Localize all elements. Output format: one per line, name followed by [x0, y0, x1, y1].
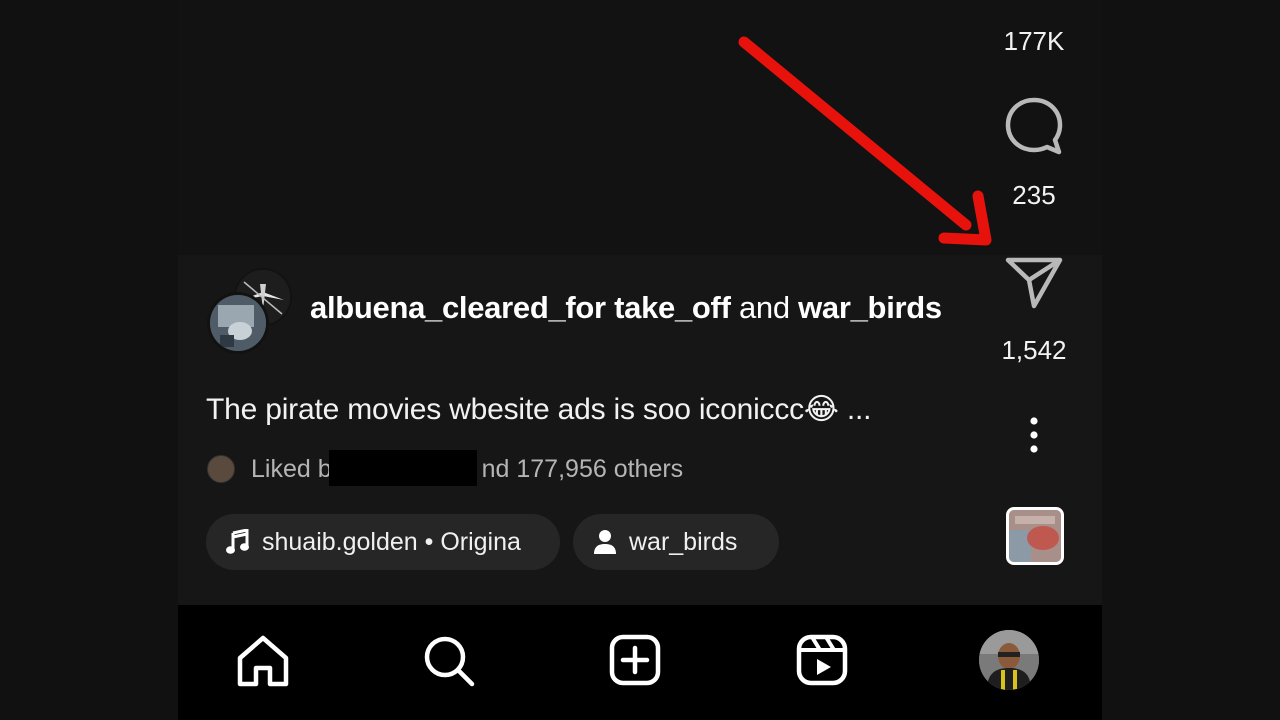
post-authors[interactable]: albuena_cleared_for take_off and war_bir…	[310, 290, 942, 326]
post-caption[interactable]: The pirate movies wbesite ads is soo ico…	[206, 392, 872, 427]
comment-icon[interactable]	[1003, 95, 1065, 162]
comments-count[interactable]: 235	[979, 180, 1089, 211]
liker-avatar	[207, 455, 235, 483]
home-icon[interactable]	[236, 634, 290, 693]
liked-suffix: nd 177,956 others	[481, 454, 684, 483]
avatar-albuena[interactable]	[207, 292, 269, 354]
author-primary[interactable]: albuena_cleared_for take_off	[310, 290, 731, 325]
person-icon	[593, 529, 617, 555]
shares-count[interactable]: 1,542	[979, 335, 1089, 366]
audio-pill[interactable]: shuaib.golden • Origina	[206, 514, 560, 570]
author-joiner: and	[738, 290, 790, 325]
reels-icon[interactable]	[795, 633, 849, 692]
likes-count[interactable]: 177K	[979, 26, 1089, 57]
collab-label: war_birds	[629, 527, 738, 556]
liked-prefix: Liked b	[251, 454, 332, 483]
more-options-icon[interactable]	[1024, 416, 1044, 461]
profile-avatar[interactable]	[979, 630, 1039, 690]
music-note-icon	[226, 529, 250, 555]
search-icon[interactable]	[422, 634, 476, 693]
author-secondary[interactable]: war_birds	[798, 290, 942, 325]
collab-pill[interactable]: war_birds	[573, 514, 779, 570]
collab-avatars[interactable]	[207, 268, 292, 354]
audio-label: shuaib.golden • Origina	[262, 527, 521, 556]
audio-thumbnail[interactable]	[1006, 507, 1064, 565]
create-icon[interactable]	[608, 633, 662, 692]
redaction-box	[329, 450, 477, 486]
share-icon[interactable]	[1004, 255, 1064, 316]
